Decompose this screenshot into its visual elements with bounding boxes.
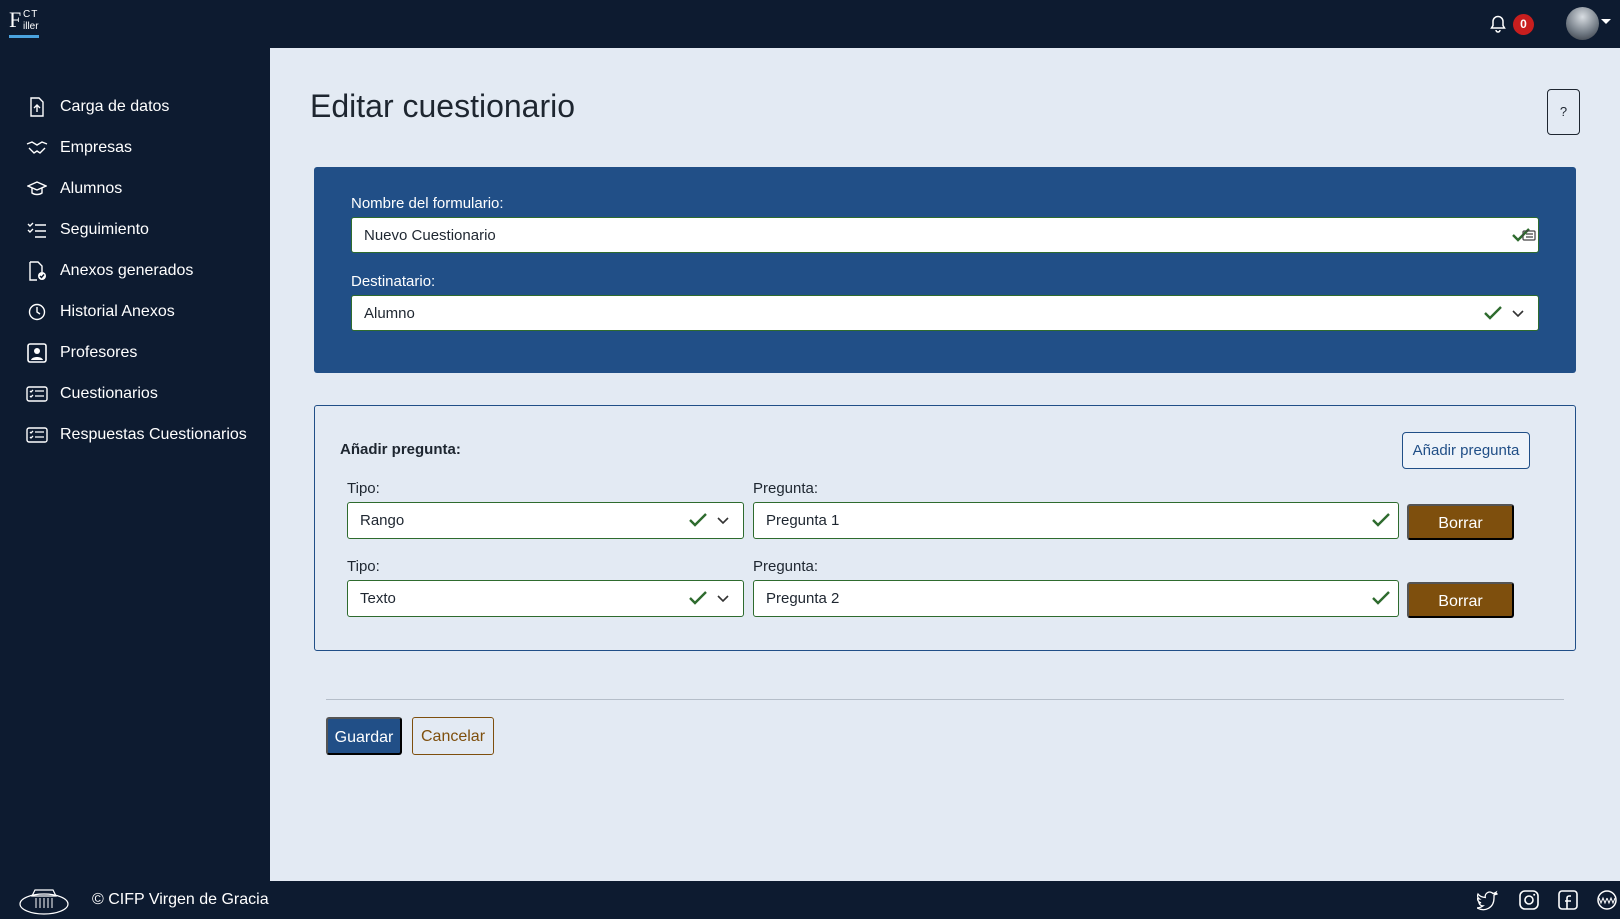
bell-icon[interactable] <box>1488 14 1508 34</box>
sidebar-item-empresas[interactable]: Empresas <box>26 133 266 163</box>
school-seal-icon <box>19 889 69 915</box>
sidebar-item-label: Alumnos <box>60 180 123 197</box>
question-text-value: Pregunta 2 <box>766 590 840 607</box>
file-check-icon <box>26 260 48 282</box>
question-label: Pregunta: <box>753 480 819 497</box>
recipient-label: Destinatario: <box>351 273 436 290</box>
page-title: Editar cuestionario <box>310 88 576 124</box>
cancel-button[interactable]: Cancelar <box>412 717 494 755</box>
valid-check-icon <box>1484 306 1502 320</box>
help-button[interactable]: ? <box>1547 89 1580 135</box>
chevron-down-icon[interactable] <box>1512 310 1524 318</box>
save-button[interactable]: Guardar <box>326 717 402 755</box>
recipient-value: Alumno <box>364 304 415 322</box>
sidebar-item-label: Carga de datos <box>60 98 170 115</box>
sidebar-item-label: Respuestas Cuestionarios <box>60 426 247 443</box>
card-list-icon <box>26 383 48 405</box>
logo-underline <box>9 35 39 38</box>
chevron-down-icon[interactable] <box>717 517 729 525</box>
handshake-icon <box>26 137 48 159</box>
sidebar-item-label: Profesores <box>60 344 138 361</box>
question-type-value: Texto <box>360 590 396 607</box>
copyright-text: © CIFP Virgen de Gracia <box>92 891 269 908</box>
facebook-icon[interactable] <box>1557 889 1579 911</box>
instagram-icon[interactable] <box>1518 889 1540 911</box>
sidebar-item-label: Seguimiento <box>60 221 149 238</box>
notification-badge[interactable]: 0 <box>1513 14 1534 35</box>
question-type-select[interactable]: Texto <box>347 580 744 617</box>
valid-check-icon <box>689 591 707 605</box>
sidebar-item-profesores[interactable]: Profesores <box>26 338 266 368</box>
sidebar-item-label: Cuestionarios <box>60 385 158 402</box>
fct-filler-logo[interactable]: F CT iller <box>9 7 39 39</box>
autofill-card-icon[interactable] <box>1522 230 1536 241</box>
valid-check-icon <box>689 513 707 527</box>
logo-iller: iller <box>23 21 39 32</box>
form-name-value: Nuevo Cuestionario <box>364 226 496 244</box>
question-text-value: Pregunta 1 <box>766 512 840 529</box>
delete-question-button[interactable]: Borrar <box>1407 504 1514 540</box>
card-list-icon <box>26 424 48 446</box>
chevron-down-icon[interactable] <box>1601 19 1611 24</box>
valid-check-icon <box>1372 591 1390 605</box>
person-board-icon <box>26 342 48 364</box>
sidebar-item-carga-de-datos[interactable]: Carga de datos <box>26 92 266 122</box>
valid-check-icon <box>1372 513 1390 527</box>
logo-letter: F <box>9 7 22 32</box>
sidebar-item-anexos-generados[interactable]: Anexos generados <box>26 256 266 286</box>
user-avatar[interactable] <box>1566 7 1599 40</box>
sidebar-item-label: Historial Anexos <box>60 303 175 320</box>
sidebar-item-seguimiento[interactable]: Seguimiento <box>26 215 266 245</box>
sidebar-item-label: Empresas <box>60 139 133 156</box>
logo-ct: CT <box>23 9 39 20</box>
graduation-cap-icon <box>26 178 48 200</box>
sidebar-item-label: Anexos generados <box>60 262 194 279</box>
twitter-icon[interactable] <box>1477 889 1499 911</box>
footer: © CIFP Virgen de Gracia <box>0 881 1620 919</box>
file-upload-icon <box>26 96 48 118</box>
top-navbar: F CT iller 0 <box>0 0 1620 48</box>
checklist-icon <box>26 219 48 241</box>
question-text-input[interactable]: Pregunta 2 <box>753 580 1399 617</box>
question-type-select[interactable]: Rango <box>347 502 744 539</box>
question-type-value: Rango <box>360 512 405 529</box>
www-icon[interactable] <box>1596 889 1618 911</box>
clock-icon <box>26 301 48 323</box>
type-label: Tipo: <box>347 480 380 497</box>
recipient-select[interactable]: Alumno <box>351 295 1539 331</box>
sidebar-item-respuestas-cuestionarios[interactable]: Respuestas Cuestionarios <box>26 420 266 450</box>
sidebar: Carga de datos Empresas Alumnos Seguimie… <box>0 48 270 881</box>
question-label: Pregunta: <box>753 558 819 575</box>
chevron-down-icon[interactable] <box>717 595 729 603</box>
divider <box>326 699 1564 700</box>
add-question-heading: Añadir pregunta: <box>340 441 461 458</box>
sidebar-item-alumnos[interactable]: Alumnos <box>26 174 266 204</box>
form-name-label: Nombre del formulario: <box>351 195 504 212</box>
delete-question-button[interactable]: Borrar <box>1407 582 1514 618</box>
question-text-input[interactable]: Pregunta 1 <box>753 502 1399 539</box>
sidebar-item-historial-anexos[interactable]: Historial Anexos <box>26 297 266 327</box>
add-question-button[interactable]: Añadir pregunta <box>1402 432 1530 469</box>
form-name-input[interactable]: Nuevo Cuestionario <box>351 217 1539 253</box>
sidebar-item-cuestionarios[interactable]: Cuestionarios <box>26 379 266 409</box>
type-label: Tipo: <box>347 558 380 575</box>
